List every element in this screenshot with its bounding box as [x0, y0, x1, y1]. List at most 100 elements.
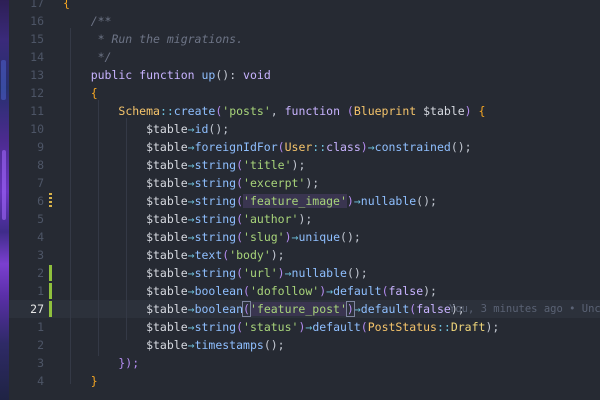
code-text[interactable]: $table→string('excerpt'); [63, 174, 319, 192]
code-token: 'slug' [243, 230, 285, 244]
code-token: ); [423, 284, 437, 298]
line-number[interactable]: 13 [9, 66, 44, 84]
code-token: :: [436, 320, 451, 334]
line-number[interactable]: 7 [9, 174, 44, 192]
code-text[interactable]: $table→timestamps(); [63, 336, 285, 354]
line-number[interactable]: 15 [9, 30, 44, 48]
code-token: → [353, 302, 361, 316]
line-number[interactable]: 2 [9, 336, 44, 354]
git-modified-marker[interactable] [49, 193, 52, 209]
line-number[interactable]: 12 [9, 84, 44, 102]
line-number[interactable]: 1 [9, 282, 44, 300]
code-token: , [270, 104, 285, 118]
code-text[interactable]: } [63, 372, 98, 390]
code-text[interactable]: * Run the migrations. [63, 30, 243, 48]
line-number[interactable]: 1 [9, 318, 44, 336]
code-text[interactable]: $table→string('slug')→unique(); [63, 228, 361, 246]
code-token: → [187, 302, 195, 316]
code-token: 'excerpt' [243, 176, 306, 190]
line-number[interactable]: 8 [9, 156, 44, 174]
line-number[interactable]: 6 [9, 192, 44, 210]
code-text[interactable]: $table→string('url')→nullable(); [63, 264, 368, 282]
line-number[interactable]: 5 [9, 210, 44, 228]
code-text[interactable]: $table→foreignIdFor(User::class)→constra… [63, 138, 472, 156]
indent-guide [126, 118, 127, 340]
code-token: $table [423, 104, 465, 118]
code-token: (); [208, 122, 230, 136]
git-added-marker[interactable] [49, 301, 52, 317]
code-token: 'body' [229, 248, 271, 262]
code-line[interactable]: 4 } [9, 372, 600, 390]
code-token: PostStatus [367, 320, 437, 334]
code-token: → [187, 158, 195, 172]
code-text[interactable]: $table→string('title'); [63, 156, 305, 174]
line-number[interactable]: 4 [9, 228, 44, 246]
code-token: ); [298, 212, 313, 226]
code-line[interactable]: 14 */ [9, 48, 600, 66]
line-number[interactable]: 3 [9, 246, 44, 264]
code-token: } [63, 374, 98, 388]
code-token: → [187, 266, 195, 280]
code-line[interactable]: 16 /** [9, 12, 600, 30]
code-token: { [478, 104, 486, 118]
code-token: foreignIdFor [194, 140, 278, 154]
code-text[interactable]: public function up(): void [63, 66, 271, 84]
code-text[interactable]: $table→string('author'); [63, 210, 312, 228]
code-token: (); [340, 230, 361, 244]
code-token: → [353, 194, 361, 208]
line-number[interactable]: 10 [9, 120, 44, 138]
code-token: up [201, 68, 216, 82]
code-text[interactable]: $table→string('feature_image')→nullable(… [63, 192, 437, 210]
code-token: ( [243, 284, 250, 298]
line-number[interactable]: 14 [9, 48, 44, 66]
code-token: false [388, 284, 424, 298]
code-line[interactable]: 15 * Run the migrations. [9, 30, 600, 48]
line-number[interactable]: 4 [9, 372, 44, 390]
code-token: (); [450, 140, 472, 154]
code-token: 'author' [243, 212, 299, 226]
line-number[interactable]: 9 [9, 138, 44, 156]
code-text[interactable]: $table→boolean('dofollow')→default(false… [63, 282, 437, 300]
code-token: (); [346, 266, 368, 280]
code-token: string [194, 194, 237, 208]
line-number[interactable]: 27 [9, 300, 44, 318]
code-token: → [187, 338, 195, 352]
code-line[interactable]: 13 public function up(): void [9, 66, 600, 84]
line-number[interactable]: 2 [9, 264, 44, 282]
code-token: nullable [360, 194, 417, 208]
code-token: void [243, 68, 271, 82]
line-number[interactable]: 3 [9, 354, 44, 372]
line-number[interactable]: 17 [9, 0, 44, 12]
code-text[interactable]: { [63, 0, 70, 12]
code-token: ) [346, 194, 354, 208]
code-text[interactable]: $table→string('status')→default(PostStat… [63, 318, 499, 336]
code-text[interactable]: $table→boolean('feature_post')→default(f… [63, 300, 465, 318]
git-added-marker[interactable] [49, 283, 52, 299]
line-number[interactable]: 11 [9, 102, 44, 120]
code-token: ( [236, 320, 244, 334]
code-token: ( [360, 320, 368, 334]
code-token: string [194, 266, 237, 280]
code-token: function [284, 104, 347, 118]
code-token: string [194, 320, 237, 334]
code-token: ( [381, 284, 389, 298]
code-line[interactable]: 17 { [9, 0, 600, 12]
code-token: string [194, 230, 237, 244]
wallpaper-glow [2, 150, 6, 220]
code-token: ( [236, 176, 244, 190]
code-text[interactable]: { [63, 84, 98, 102]
code-token: → [187, 122, 195, 136]
code-token: → [187, 320, 195, 334]
code-editor[interactable]: 17{16 /** 15 * Run the migrations. 14 */13… [0, 0, 600, 400]
code-text[interactable]: $table→id(); [63, 120, 229, 138]
indent-guide [70, 28, 71, 384]
code-text[interactable]: }); [63, 354, 139, 372]
code-token: $table [63, 338, 188, 352]
code-token: ( [236, 212, 244, 226]
git-added-marker[interactable] [49, 265, 52, 281]
code-token: → [187, 248, 195, 262]
code-text[interactable]: $table→text('body'); [63, 246, 285, 264]
code-token: ) [284, 230, 292, 244]
code-line[interactable]: 3 }); [9, 354, 600, 372]
line-number[interactable]: 16 [9, 12, 44, 30]
